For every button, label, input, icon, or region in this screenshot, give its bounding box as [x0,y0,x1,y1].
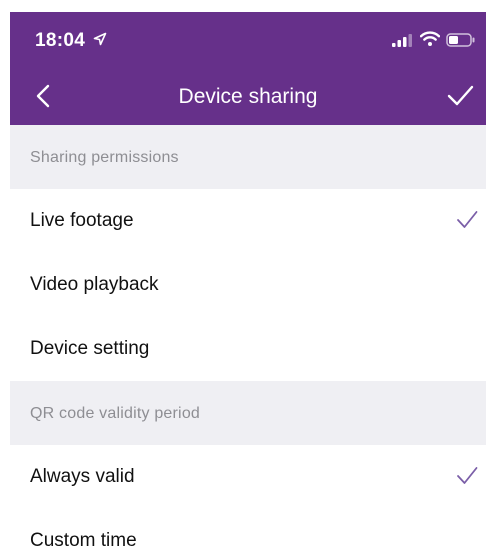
app-header: 18:04 Device sharing [10,12,486,125]
option-custom-time[interactable]: Custom time [10,509,486,549]
section-header-sharing-permissions: Sharing permissions [10,125,486,189]
device-sharing-screen: 18:04 Device sharing Sharing permissions… [10,12,486,549]
status-time: 18:04 [35,30,86,51]
option-device-setting[interactable]: Device setting [10,317,486,381]
option-label: Device setting [30,338,150,359]
location-arrow-icon [93,32,107,46]
option-label: Custom time [30,530,137,549]
confirm-button[interactable] [440,78,480,114]
section-title: Sharing permissions [30,149,179,166]
wifi-icon [420,31,440,46]
option-label: Always valid [30,466,135,487]
check-icon [457,467,478,484]
cellular-signal-icon [392,34,412,47]
option-video-playback[interactable]: Video playback [10,253,486,317]
status-bar: 18:04 [10,12,486,68]
section-title: QR code validity period [30,405,201,422]
option-live-footage[interactable]: Live footage [10,189,486,253]
navigation-bar: Device sharing [10,68,486,125]
page-title: Device sharing [178,85,318,108]
option-always-valid[interactable]: Always valid [10,445,486,509]
battery-icon [446,33,475,47]
option-label: Live footage [30,210,134,231]
checkmark-icon [447,85,474,106]
check-icon [457,211,478,228]
option-label: Video playback [30,274,159,295]
section-header-qr-validity: QR code validity period [10,381,486,445]
